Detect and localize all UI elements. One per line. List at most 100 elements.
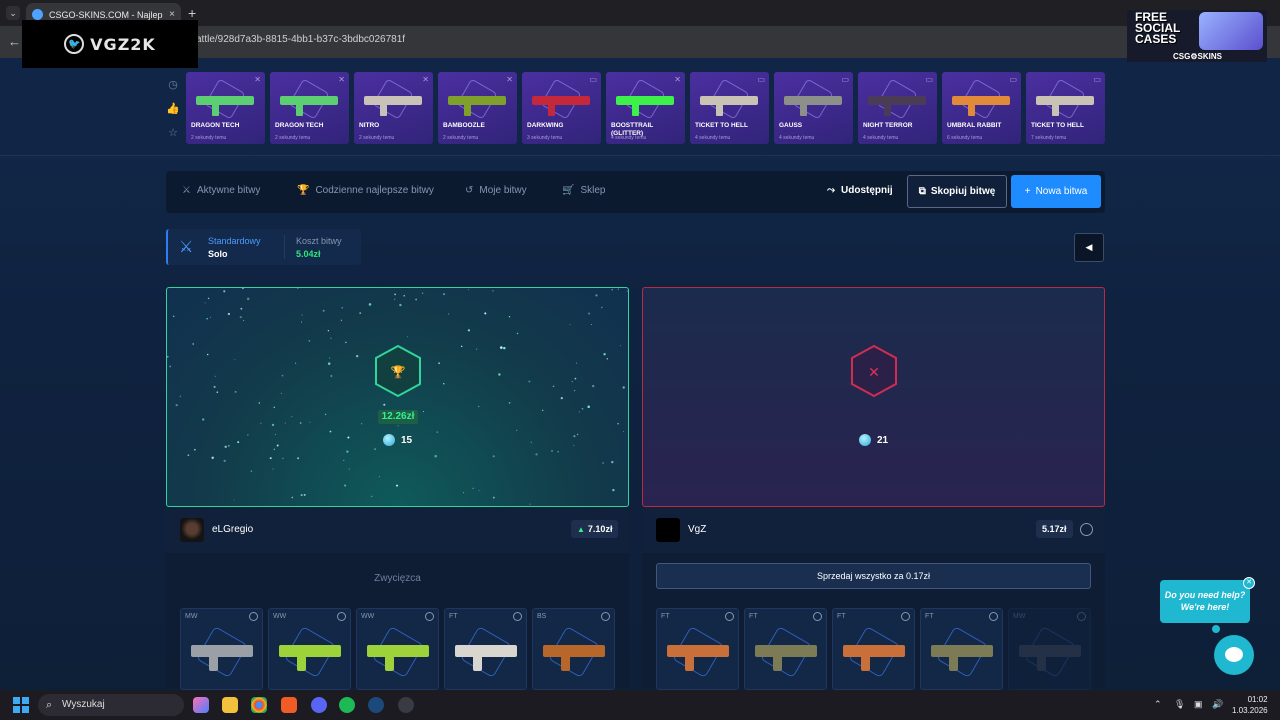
star: [206, 353, 209, 356]
back-arrow-icon[interactable]: ←: [8, 34, 21, 49]
case-icon[interactable]: ▭: [1009, 75, 1017, 84]
check-icon[interactable]: [725, 612, 734, 621]
player-name[interactable]: VgZ: [688, 524, 706, 535]
drop-name: TICKET TO HELL: [695, 122, 748, 129]
star: [573, 389, 576, 392]
nav-daily-best[interactable]: 🏆 Codzienne najlepsze bitwy: [297, 185, 434, 196]
check-icon[interactable]: [513, 612, 522, 621]
help-close-icon[interactable]: ✕: [1243, 577, 1255, 589]
loot-item[interactable]: FT: [656, 608, 739, 690]
help-bubble[interactable]: Do you need help? We're here!: [1160, 580, 1250, 623]
share-button[interactable]: ⤳ Udostępnij: [827, 185, 893, 196]
check-icon[interactable]: [601, 612, 610, 621]
check-icon[interactable]: [989, 612, 998, 621]
case-icon[interactable]: ▭: [1093, 75, 1101, 84]
live-drop-card[interactable]: ✕ BOOSTTRAIL (GLITTER) 4 sekundy temu: [606, 72, 685, 144]
nav-shop[interactable]: 🛒 Sklep: [562, 185, 605, 196]
chevron-up-icon[interactable]: ⌃: [1154, 699, 1162, 710]
free-cases-promo[interactable]: FREE SOCIAL CASES CSG⚙SKINS: [1127, 10, 1267, 62]
live-drop-card[interactable]: ✕ DRAGON TECH 2 sekundy temu: [270, 72, 349, 144]
live-drop-card[interactable]: ▭ TICKET TO HELL 4 sekundy temu: [690, 72, 769, 144]
star: [394, 298, 396, 300]
close-icon[interactable]: ✕: [338, 75, 345, 84]
star: [557, 450, 560, 453]
check-icon[interactable]: [813, 612, 822, 621]
steam-icon[interactable]: [368, 697, 384, 713]
copilot-icon[interactable]: [193, 697, 209, 713]
loot-item[interactable]: WW: [356, 608, 439, 690]
player-name[interactable]: eLGregio: [212, 524, 253, 535]
mode-type-value: Solo: [208, 249, 228, 259]
loot-item[interactable]: FT: [920, 608, 1003, 690]
live-drop-card[interactable]: ▭ GAUSS 4 sekundy temu: [774, 72, 853, 144]
case-icon[interactable]: ▭: [757, 75, 765, 84]
collapse-button[interactable]: ◀: [1074, 233, 1104, 262]
thumbs-up-icon[interactable]: 👍: [166, 102, 180, 126]
windows-start-icon[interactable]: [13, 697, 29, 713]
case-icon[interactable]: ▭: [841, 75, 849, 84]
live-drop-card[interactable]: ✕ DRAGON TECH 2 sekundy temu: [186, 72, 265, 144]
new-battle-button[interactable]: + Nowa bitwa: [1011, 175, 1101, 208]
promo-text: FREE SOCIAL CASES: [1135, 11, 1180, 45]
sell-all-button[interactable]: Sprzedaj wszystko za 0.17zł: [656, 563, 1091, 589]
chat-button[interactable]: [1214, 635, 1254, 675]
new-tab-button[interactable]: +: [188, 5, 196, 21]
check-icon[interactable]: [901, 612, 910, 621]
volume-icon[interactable]: 🔊: [1212, 699, 1223, 710]
file-explorer-icon[interactable]: [222, 697, 238, 713]
live-drop-card[interactable]: ▭ TICKET TO HELL 7 sekundy temu: [1026, 72, 1105, 144]
live-drop-card[interactable]: ▭ NIGHT TERROR 4 sekundy temu: [858, 72, 937, 144]
loot-item[interactable]: FT: [444, 608, 527, 690]
drop-time: 4 sekundy temu: [611, 135, 647, 141]
close-icon[interactable]: ✕: [254, 75, 261, 84]
loot-item[interactable]: FT: [744, 608, 827, 690]
star-icon[interactable]: ☆: [166, 126, 180, 150]
avatar[interactable]: [180, 518, 204, 542]
star: [552, 385, 555, 388]
discord-icon[interactable]: [311, 697, 327, 713]
tab-close-icon[interactable]: ×: [169, 9, 175, 20]
tab-search-button[interactable]: ⌄: [6, 6, 20, 20]
check-icon[interactable]: [1077, 612, 1086, 621]
loot-item[interactable]: WW: [268, 608, 351, 690]
emoji-icon[interactable]: [1080, 523, 1093, 536]
clock[interactable]: 01:02 1.03.2026: [1232, 694, 1268, 716]
star: [587, 405, 590, 409]
copy-battle-button[interactable]: ⧉ Skopiuj bitwę: [907, 175, 1007, 208]
loot-item[interactable]: MW: [1008, 608, 1091, 690]
drop-time: 3 sekundy temu: [527, 135, 563, 141]
live-drop-card[interactable]: ✕ BAMBOOZLE 2 sekundy temu: [438, 72, 517, 144]
live-drop-card[interactable]: ▭ DARKWING 3 sekundy temu: [522, 72, 601, 144]
live-drop-card[interactable]: ▭ UMBRAL RABBIT 6 sekundy temu: [942, 72, 1021, 144]
weapon-image: [543, 645, 605, 671]
drop-time: 2 sekundy temu: [443, 135, 479, 141]
microphone-icon[interactable]: 🎙: [1174, 699, 1185, 710]
url-text[interactable]: attle/928d7a3b-8815-4bb1-b37c-3bdbc02678…: [196, 34, 405, 45]
check-icon[interactable]: [425, 612, 434, 621]
clock-icon[interactable]: ◷: [166, 78, 180, 102]
nav-my-battles[interactable]: ↺ Moje bitwy: [465, 185, 527, 196]
loot-item[interactable]: FT: [832, 608, 915, 690]
case-icon[interactable]: ▭: [925, 75, 933, 84]
loot-item[interactable]: BS: [532, 608, 615, 690]
brave-icon[interactable]: [281, 697, 297, 713]
network-icon[interactable]: ▣: [1194, 699, 1203, 710]
nav-active-battles[interactable]: ⚔ Aktywne bitwy: [182, 185, 260, 196]
loot-item[interactable]: MW: [180, 608, 263, 690]
spotify-icon[interactable]: [339, 697, 355, 713]
close-icon[interactable]: ✕: [506, 75, 513, 84]
check-icon[interactable]: [249, 612, 258, 621]
star: [167, 356, 169, 358]
taskbar-search[interactable]: ⌕ Wyszukaj: [38, 694, 184, 716]
live-drop-card[interactable]: ✕ NITRO 2 sekundy temu: [354, 72, 433, 144]
avatar[interactable]: [656, 518, 680, 542]
obs-icon[interactable]: [398, 697, 414, 713]
gem-count: 21: [859, 434, 888, 446]
new-battle-label: Nowa bitwa: [1035, 186, 1088, 197]
close-icon[interactable]: ✕: [422, 75, 429, 84]
chrome-icon[interactable]: [251, 697, 267, 713]
close-icon[interactable]: ✕: [674, 75, 681, 84]
star: [611, 460, 614, 464]
case-icon[interactable]: ▭: [589, 75, 597, 84]
check-icon[interactable]: [337, 612, 346, 621]
